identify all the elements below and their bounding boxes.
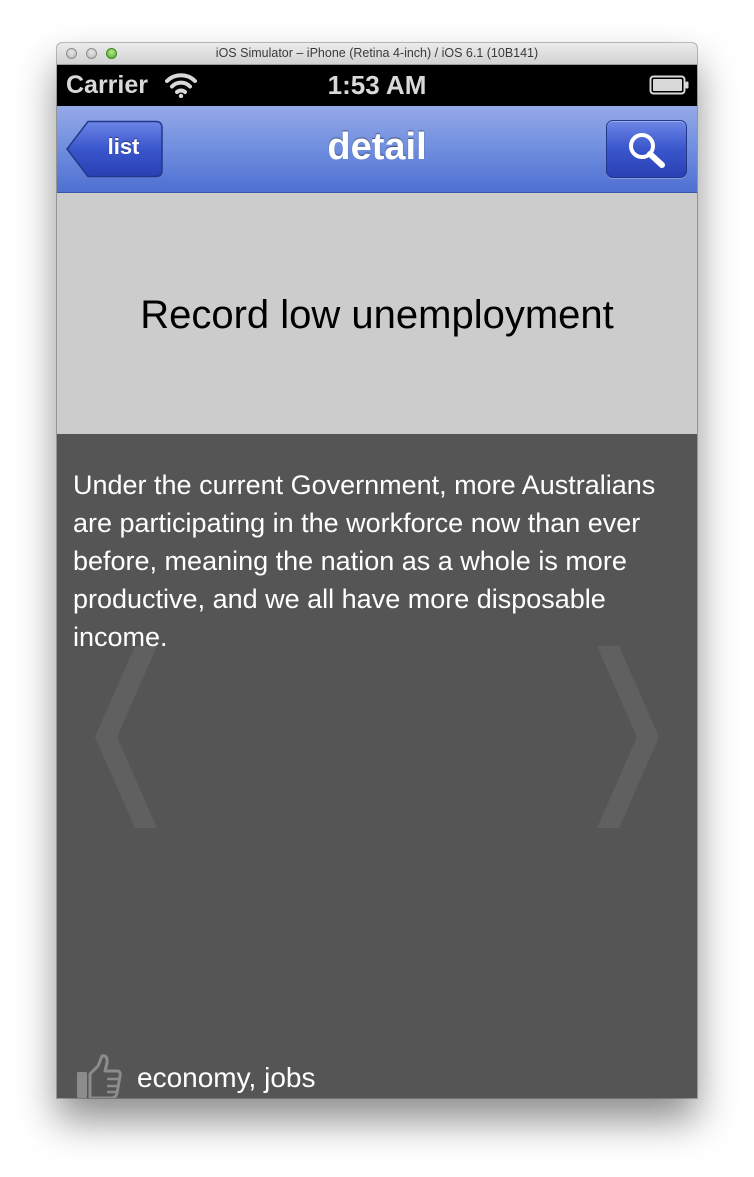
window-titlebar[interactable]: iOS Simulator – iPhone (Retina 4-inch) /… bbox=[57, 43, 697, 65]
simulator-window: iOS Simulator – iPhone (Retina 4-inch) /… bbox=[57, 43, 697, 1098]
window-title: iOS Simulator – iPhone (Retina 4-inch) /… bbox=[215, 46, 539, 60]
search-button[interactable] bbox=[606, 120, 687, 178]
page-title: detail bbox=[327, 126, 427, 168]
search-icon bbox=[629, 133, 665, 168]
chevron-left-icon[interactable] bbox=[95, 646, 157, 828]
detail-body-text: Under the current Government, more Austr… bbox=[73, 470, 656, 652]
chevron-right-icon[interactable] bbox=[597, 646, 659, 828]
thumbs-up-icon[interactable] bbox=[76, 1054, 122, 1098]
tags-label: economy, jobs bbox=[137, 1062, 316, 1093]
headline-panel: Record low unemployment bbox=[57, 193, 697, 434]
status-bar: Carrier 1:53 AM bbox=[57, 65, 697, 106]
battery-icon bbox=[649, 75, 689, 95]
clock: 1:53 AM bbox=[327, 70, 427, 100]
detail-content: Under the current Government, more Austr… bbox=[57, 434, 697, 1098]
navigation-bar: list detail bbox=[57, 106, 697, 193]
headline: Record low unemployment bbox=[140, 293, 614, 337]
